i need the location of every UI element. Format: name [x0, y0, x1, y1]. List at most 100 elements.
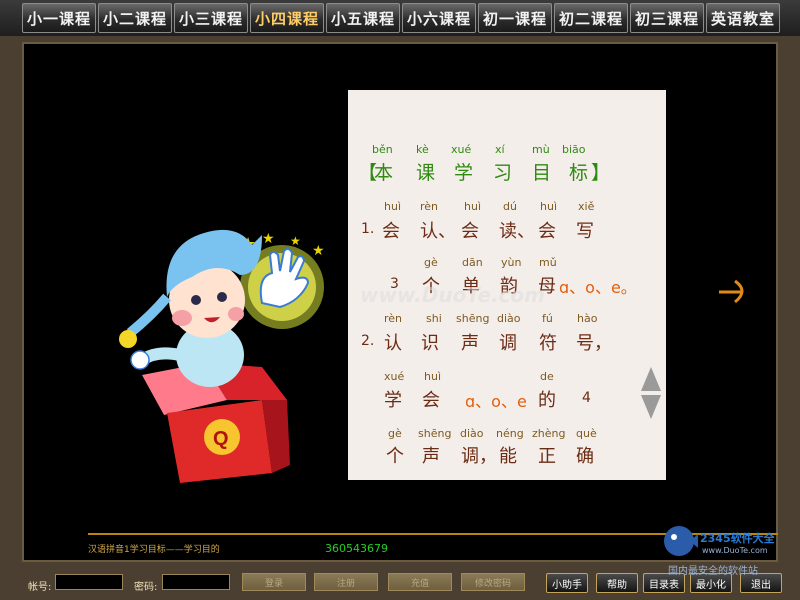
l1-pinyin-1: huì	[384, 200, 401, 213]
l3-char-1: 认	[384, 333, 402, 354]
qq-number: 360543679	[325, 542, 388, 555]
title-pinyin-5: mù	[532, 143, 550, 156]
account-input[interactable]	[55, 574, 123, 590]
l2-pinyin-4: mǔ	[539, 256, 557, 269]
l4-pinyin-1: xué	[384, 370, 405, 383]
title-char-3: 学	[454, 162, 474, 184]
l3-char-2: 识	[421, 333, 439, 354]
fish-logo-icon	[664, 526, 698, 556]
account-label: 帐号:	[28, 582, 52, 593]
l5-pinyin-3: diào	[460, 427, 484, 440]
l3-pinyin-6: hào	[577, 312, 598, 325]
l1-pinyin-4: dú	[503, 200, 517, 213]
l1-pinyin-5: huì	[540, 200, 557, 213]
title-char-1: 本	[374, 162, 394, 184]
change-password-button[interactable]: 修改密码	[461, 573, 525, 591]
l2-pinyin-1: gè	[424, 256, 438, 269]
title-pinyin-3: xué	[451, 143, 472, 156]
l4-char-3: 的	[538, 390, 556, 411]
jester-mascot-image: ★ ★ ★ ★ Q	[119, 229, 325, 483]
title-pinyin-2: kè	[416, 143, 429, 156]
l1-pinyin-2: rèn	[420, 200, 439, 213]
l2-pinyin-3: yùn	[501, 256, 522, 269]
next-page-arrow-icon[interactable]	[717, 278, 751, 304]
title-pinyin-6: biāo	[562, 143, 586, 156]
login-button[interactable]: 登录	[242, 573, 306, 591]
title-close-bracket: 】	[591, 162, 611, 184]
tab-grade3[interactable]: 小三课程	[174, 3, 248, 33]
l1-char-2: 认、	[420, 221, 456, 242]
l5-pinyin-2: shēng	[418, 427, 452, 440]
l5-pinyin-5: zhèng	[532, 427, 566, 440]
title-char-2: 课	[416, 162, 436, 184]
l2-vowels: ɑ、o、e。	[559, 278, 637, 297]
password-input[interactable]	[162, 574, 230, 590]
register-button[interactable]: 注册	[314, 573, 378, 591]
l3-char-4: 调	[499, 333, 517, 354]
l1-pinyin-3: huì	[464, 200, 481, 213]
course-tab-bar: 小一课程 小二课程 小三课程 小四课程 小五课程 小六课程 初一课程 初二课程 …	[0, 0, 800, 36]
svg-text:Q: Q	[213, 428, 229, 450]
l4-pinyin-3: de	[540, 370, 554, 383]
scroll-up-icon[interactable]	[641, 367, 661, 391]
l1-pinyin-6: xiě	[578, 200, 595, 213]
l4-char-1: 学	[384, 390, 402, 411]
l5-char-6: 确	[576, 446, 594, 467]
site-logo: 2345软件大全 www.DuoTe.com 国内最安全的软件站	[660, 522, 800, 578]
l3-char-3: 声	[461, 333, 479, 354]
svg-text:★: ★	[312, 243, 325, 259]
tab-grade4[interactable]: 小四课程	[250, 3, 324, 33]
l1-char-6: 写	[576, 221, 594, 242]
brand-slogan: 国内最安全的软件站	[668, 566, 758, 577]
tab-junior1[interactable]: 初一课程	[478, 3, 552, 33]
duote-watermark: www.DuoTe.com	[360, 283, 545, 307]
l5-pinyin-1: gè	[388, 427, 402, 440]
svg-text:★: ★	[290, 234, 301, 248]
tab-english[interactable]: 英语教室	[706, 3, 780, 33]
l3-pinyin-3: shēng	[456, 312, 490, 325]
l3-char-6: 号，	[576, 333, 612, 354]
l2-pinyin-2: dān	[462, 256, 483, 269]
l3-pinyin-2: shi	[426, 312, 442, 325]
l5-char-2: 声	[422, 446, 440, 467]
l5-char-3: 调，	[461, 446, 497, 467]
title-pinyin-1: běn	[372, 143, 393, 156]
brand-text: 2345软件大全	[700, 532, 775, 545]
tab-grade2[interactable]: 小二课程	[98, 3, 172, 33]
l1-number: 1.	[361, 221, 375, 237]
l3-number: 2.	[361, 333, 375, 349]
recharge-button[interactable]: 充值	[388, 573, 452, 591]
tab-junior3[interactable]: 初三课程	[630, 3, 704, 33]
tab-junior2[interactable]: 初二课程	[554, 3, 628, 33]
brand-url: www.DuoTe.com	[702, 546, 768, 555]
assistant-button[interactable]: 小助手	[546, 573, 588, 593]
l3-char-5: 符	[539, 333, 557, 354]
l1-char-1: 会	[382, 221, 400, 242]
l1-char-4: 读、	[499, 221, 535, 242]
l4-number: 4	[582, 390, 591, 406]
help-button[interactable]: 帮助	[596, 573, 638, 593]
title-char-5: 目	[532, 162, 552, 184]
svg-text:★: ★	[262, 231, 275, 247]
l1-char-3: 会	[461, 221, 479, 242]
l5-char-1: 个	[386, 446, 404, 467]
password-label: 密码:	[134, 582, 158, 593]
l5-char-4: 能	[499, 446, 517, 467]
l5-pinyin-6: què	[576, 427, 597, 440]
l4-vowels: ɑ、o、e	[465, 392, 527, 411]
tab-grade5[interactable]: 小五课程	[326, 3, 400, 33]
l3-pinyin-4: diào	[497, 312, 521, 325]
tab-grade6[interactable]: 小六课程	[402, 3, 476, 33]
l3-pinyin-5: fú	[542, 312, 553, 325]
l5-pinyin-4: néng	[496, 427, 524, 440]
title-char-6: 标	[569, 162, 589, 184]
l4-char-2: 会	[422, 390, 440, 411]
title-char-4: 习	[493, 162, 513, 184]
tab-grade1[interactable]: 小一课程	[22, 3, 96, 33]
scroll-down-icon[interactable]	[641, 395, 661, 419]
title-pinyin-4: xí	[495, 143, 505, 156]
lesson-caption: 汉语拼音1学习目标——学习目的	[88, 545, 220, 555]
l5-char-5: 正	[538, 446, 556, 467]
l3-pinyin-1: rèn	[384, 312, 403, 325]
l1-char-5: 会	[538, 221, 556, 242]
